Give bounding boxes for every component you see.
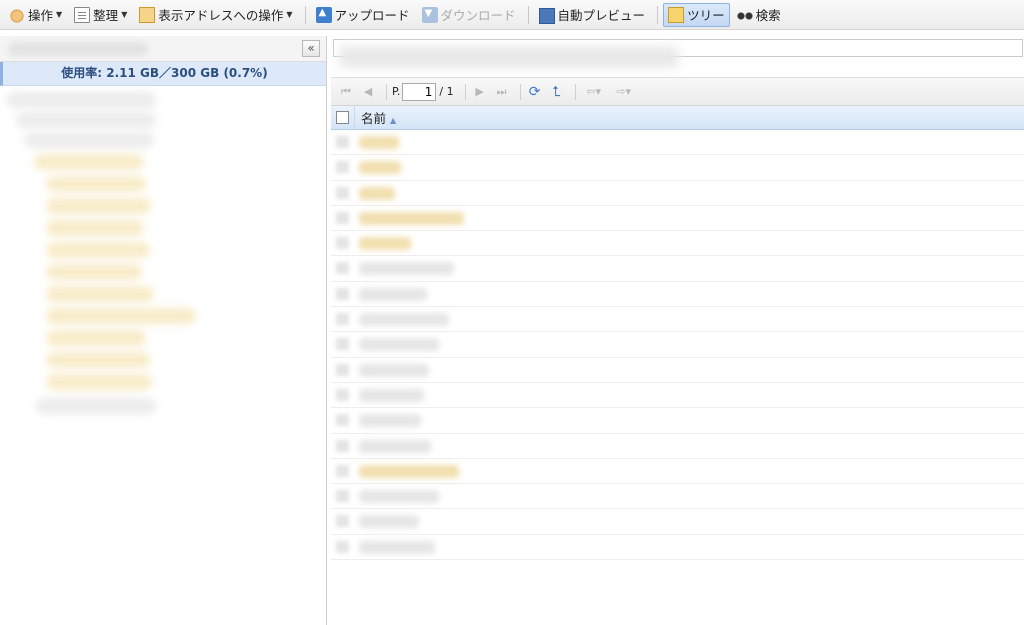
table-row[interactable]: [331, 434, 1024, 459]
upload-icon: [315, 6, 332, 23]
next-page-icon[interactable]: ▶: [471, 83, 489, 101]
auto-preview-label: 自動プレビュー: [557, 8, 646, 23]
upload-button[interactable]: アップロード: [311, 3, 415, 27]
table-row[interactable]: [331, 307, 1024, 333]
toolbar-separator: [304, 5, 306, 24]
folder-tree-redacted[interactable]: [6, 92, 206, 422]
monitor-icon: [538, 7, 555, 24]
back-icon[interactable]: ⇦▾: [581, 83, 607, 101]
tree-icon: [668, 6, 685, 23]
address-operation-menu-button[interactable]: 表示アドレスへの操作 ▼: [134, 3, 297, 27]
table-row[interactable]: [331, 484, 1024, 510]
table-row[interactable]: [331, 256, 1024, 282]
file-list-panel: ⏮ ◀ P. / 1 ▶ ⏭ ⟳ ⮤ ⇦▾ ⇨▾ 名前▲: [331, 36, 1024, 625]
table-row[interactable]: [331, 383, 1024, 409]
page-total: / 1: [439, 85, 454, 98]
table-row[interactable]: [331, 282, 1024, 308]
forward-icon[interactable]: ⇨▾: [611, 83, 637, 101]
refresh-icon[interactable]: ⟳: [526, 83, 544, 101]
organize-label: 整理: [93, 8, 119, 23]
pager-separator: [574, 83, 576, 100]
table-row[interactable]: [331, 535, 1024, 561]
tree-panel-header: «: [0, 36, 326, 62]
download-label: ダウンロード: [440, 8, 516, 23]
select-all-checkbox[interactable]: [336, 111, 349, 124]
sort-ascending-icon: ▲: [390, 116, 397, 125]
last-page-icon[interactable]: ⏭: [493, 83, 511, 101]
table-row[interactable]: [331, 206, 1024, 232]
file-grid-header: 名前 ▲: [331, 105, 1024, 130]
page-number-input[interactable]: [402, 82, 437, 101]
name-column-header[interactable]: 名前 ▲: [355, 108, 396, 127]
download-icon: [421, 6, 438, 23]
table-row[interactable]: [331, 459, 1024, 485]
folder-tree-panel: « 使用率: 2.11 GB／300 GB (0.7%): [0, 36, 327, 625]
file-grid-rows: [331, 130, 1024, 561]
document-icon: [74, 6, 91, 23]
table-row[interactable]: [331, 181, 1024, 206]
chevron-down-icon: ▼: [121, 10, 128, 19]
table-row[interactable]: [331, 332, 1024, 358]
address-bar: [331, 36, 1024, 78]
table-row[interactable]: [331, 509, 1024, 535]
main-toolbar: 操作 ▼ 整理 ▼ 表示アドレスへの操作 ▼ アップロード ダウンロード 自動プ…: [0, 0, 1024, 30]
page-label: P.: [392, 85, 401, 98]
binoculars-icon: [736, 6, 753, 23]
name-column-label: 名前: [361, 111, 387, 126]
table-row[interactable]: [331, 130, 1024, 156]
chevron-down-icon: ▼: [286, 10, 293, 19]
table-row[interactable]: [331, 408, 1024, 434]
previous-page-icon[interactable]: ◀: [359, 83, 377, 101]
pager-separator: [519, 83, 521, 100]
toolbar-separator: [657, 5, 659, 24]
tree-toggle-button[interactable]: ツリー: [663, 2, 730, 27]
table-row[interactable]: [331, 358, 1024, 383]
search-button[interactable]: 検索: [732, 3, 786, 27]
table-row[interactable]: [331, 231, 1024, 257]
collapse-panel-button[interactable]: «: [302, 40, 320, 57]
hand-icon: [9, 6, 25, 23]
upload-label: アップロード: [334, 8, 410, 23]
pager-separator: [464, 83, 466, 100]
download-button[interactable]: ダウンロード: [417, 3, 521, 27]
storage-usage: 使用率: 2.11 GB／300 GB (0.7%): [0, 62, 326, 86]
search-label: 検索: [755, 8, 781, 23]
table-row[interactable]: [331, 155, 1024, 181]
address-redacted: [339, 46, 679, 68]
address-icon: [139, 6, 156, 23]
organize-menu-button[interactable]: 整理 ▼: [69, 3, 132, 27]
pager-separator: [386, 83, 387, 100]
tree-label: ツリー: [687, 8, 725, 23]
address-operation-label: 表示アドレスへの操作: [158, 8, 284, 23]
operation-label: 操作: [28, 8, 54, 23]
select-all-column: [331, 105, 355, 130]
paging-toolbar: ⏮ ◀ P. / 1 ▶ ⏭ ⟳ ⮤ ⇦▾ ⇨▾: [331, 78, 1024, 106]
chevron-down-icon: ▼: [56, 10, 63, 19]
operation-menu-button[interactable]: 操作 ▼: [4, 3, 67, 27]
auto-preview-button[interactable]: 自動プレビュー: [534, 3, 651, 27]
first-page-icon[interactable]: ⏮: [337, 83, 355, 101]
tree-panel-title-redacted: [8, 42, 148, 56]
toolbar-separator: [527, 5, 529, 24]
up-folder-icon[interactable]: ⮤: [548, 83, 566, 101]
